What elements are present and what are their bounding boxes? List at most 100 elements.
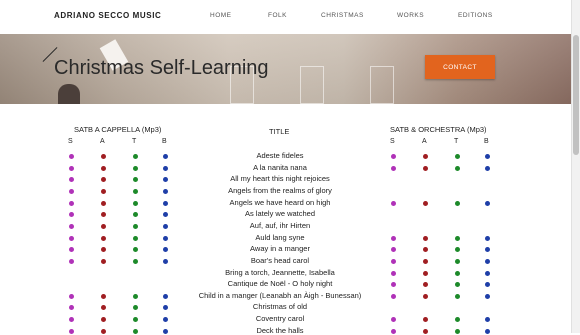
orchestra-bass-mp3-link[interactable] <box>485 236 490 241</box>
cappella-soprano-mp3-link[interactable] <box>69 154 74 159</box>
cappella-bass-mp3-link[interactable] <box>163 259 168 264</box>
cappella-tenor-mp3-link[interactable] <box>133 329 138 334</box>
cappella-tenor-mp3-link[interactable] <box>133 294 138 299</box>
cappella-alto-mp3-link[interactable] <box>101 166 106 171</box>
cappella-soprano-mp3-link[interactable] <box>69 236 74 241</box>
cappella-bass-mp3-link[interactable] <box>163 224 168 229</box>
nav-folk[interactable]: FOLK <box>268 12 287 19</box>
cappella-alto-mp3-link[interactable] <box>101 212 106 217</box>
site-logo[interactable]: ADRIANO SECCO MUSIC <box>54 11 161 20</box>
cappella-tenor-mp3-link[interactable] <box>133 247 138 252</box>
orchestra-bass-mp3-link[interactable] <box>485 282 490 287</box>
cappella-bass-mp3-link[interactable] <box>163 317 168 322</box>
cappella-alto-mp3-link[interactable] <box>101 259 106 264</box>
orchestra-bass-mp3-link[interactable] <box>485 247 490 252</box>
cappella-bass-mp3-link[interactable] <box>163 166 168 171</box>
cappella-tenor-mp3-link[interactable] <box>133 212 138 217</box>
cappella-bass-mp3-link[interactable] <box>163 247 168 252</box>
orchestra-soprano-mp3-link[interactable] <box>391 247 396 252</box>
orchestra-alto-mp3-link[interactable] <box>423 329 428 334</box>
orchestra-alto-mp3-link[interactable] <box>423 259 428 264</box>
orchestra-soprano-mp3-link[interactable] <box>391 317 396 322</box>
cappella-tenor-mp3-link[interactable] <box>133 236 138 241</box>
orchestra-alto-mp3-link[interactable] <box>423 271 428 276</box>
orchestra-alto-mp3-link[interactable] <box>423 294 428 299</box>
cappella-soprano-mp3-link[interactable] <box>69 247 74 252</box>
orchestra-bass-mp3-link[interactable] <box>485 166 490 171</box>
orchestra-soprano-mp3-link[interactable] <box>391 271 396 276</box>
orchestra-alto-mp3-link[interactable] <box>423 282 428 287</box>
nav-works[interactable]: WORKS <box>397 12 424 19</box>
orchestra-tenor-mp3-link[interactable] <box>455 329 460 334</box>
nav-home[interactable]: HOME <box>210 12 232 19</box>
cappella-tenor-mp3-link[interactable] <box>133 224 138 229</box>
orchestra-alto-mp3-link[interactable] <box>423 236 428 241</box>
cappella-alto-mp3-link[interactable] <box>101 329 106 334</box>
cappella-soprano-mp3-link[interactable] <box>69 166 74 171</box>
cappella-bass-mp3-link[interactable] <box>163 154 168 159</box>
orchestra-bass-mp3-link[interactable] <box>485 201 490 206</box>
cappella-bass-mp3-link[interactable] <box>163 294 168 299</box>
cappella-bass-mp3-link[interactable] <box>163 305 168 310</box>
cappella-bass-mp3-link[interactable] <box>163 189 168 194</box>
orchestra-bass-mp3-link[interactable] <box>485 154 490 159</box>
cappella-soprano-mp3-link[interactable] <box>69 294 74 299</box>
orchestra-soprano-mp3-link[interactable] <box>391 166 396 171</box>
orchestra-soprano-mp3-link[interactable] <box>391 154 396 159</box>
page-scrollbar[interactable] <box>571 0 580 333</box>
cappella-soprano-mp3-link[interactable] <box>69 317 74 322</box>
cappella-alto-mp3-link[interactable] <box>101 154 106 159</box>
orchestra-tenor-mp3-link[interactable] <box>455 271 460 276</box>
orchestra-tenor-mp3-link[interactable] <box>455 247 460 252</box>
cappella-bass-mp3-link[interactable] <box>163 236 168 241</box>
cappella-tenor-mp3-link[interactable] <box>133 259 138 264</box>
orchestra-tenor-mp3-link[interactable] <box>455 201 460 206</box>
cappella-soprano-mp3-link[interactable] <box>69 259 74 264</box>
orchestra-alto-mp3-link[interactable] <box>423 154 428 159</box>
cappella-alto-mp3-link[interactable] <box>101 305 106 310</box>
cappella-alto-mp3-link[interactable] <box>101 236 106 241</box>
cappella-alto-mp3-link[interactable] <box>101 189 106 194</box>
cappella-tenor-mp3-link[interactable] <box>133 201 138 206</box>
cappella-tenor-mp3-link[interactable] <box>133 166 138 171</box>
cappella-tenor-mp3-link[interactable] <box>133 317 138 322</box>
cappella-tenor-mp3-link[interactable] <box>133 189 138 194</box>
orchestra-alto-mp3-link[interactable] <box>423 201 428 206</box>
scrollbar-thumb[interactable] <box>573 35 579 155</box>
orchestra-soprano-mp3-link[interactable] <box>391 282 396 287</box>
orchestra-soprano-mp3-link[interactable] <box>391 294 396 299</box>
cappella-soprano-mp3-link[interactable] <box>69 201 74 206</box>
orchestra-bass-mp3-link[interactable] <box>485 294 490 299</box>
cappella-tenor-mp3-link[interactable] <box>133 305 138 310</box>
cappella-soprano-mp3-link[interactable] <box>69 224 74 229</box>
orchestra-tenor-mp3-link[interactable] <box>455 259 460 264</box>
nav-christmas[interactable]: CHRISTMAS <box>321 12 364 19</box>
orchestra-bass-mp3-link[interactable] <box>485 317 490 322</box>
cappella-tenor-mp3-link[interactable] <box>133 177 138 182</box>
orchestra-tenor-mp3-link[interactable] <box>455 317 460 322</box>
orchestra-soprano-mp3-link[interactable] <box>391 329 396 334</box>
orchestra-alto-mp3-link[interactable] <box>423 166 428 171</box>
cappella-soprano-mp3-link[interactable] <box>69 329 74 334</box>
cappella-soprano-mp3-link[interactable] <box>69 189 74 194</box>
cappella-soprano-mp3-link[interactable] <box>69 305 74 310</box>
orchestra-soprano-mp3-link[interactable] <box>391 236 396 241</box>
cappella-tenor-mp3-link[interactable] <box>133 154 138 159</box>
cappella-soprano-mp3-link[interactable] <box>69 212 74 217</box>
nav-editions[interactable]: EDITIONS <box>458 12 493 19</box>
orchestra-tenor-mp3-link[interactable] <box>455 166 460 171</box>
orchestra-tenor-mp3-link[interactable] <box>455 294 460 299</box>
cappella-bass-mp3-link[interactable] <box>163 212 168 217</box>
cappella-bass-mp3-link[interactable] <box>163 177 168 182</box>
orchestra-tenor-mp3-link[interactable] <box>455 154 460 159</box>
cappella-alto-mp3-link[interactable] <box>101 224 106 229</box>
cappella-alto-mp3-link[interactable] <box>101 317 106 322</box>
orchestra-bass-mp3-link[interactable] <box>485 271 490 276</box>
cappella-alto-mp3-link[interactable] <box>101 201 106 206</box>
orchestra-alto-mp3-link[interactable] <box>423 247 428 252</box>
cappella-bass-mp3-link[interactable] <box>163 329 168 334</box>
contact-button[interactable]: CONTACT <box>425 55 495 79</box>
cappella-soprano-mp3-link[interactable] <box>69 177 74 182</box>
cappella-alto-mp3-link[interactable] <box>101 247 106 252</box>
orchestra-soprano-mp3-link[interactable] <box>391 201 396 206</box>
